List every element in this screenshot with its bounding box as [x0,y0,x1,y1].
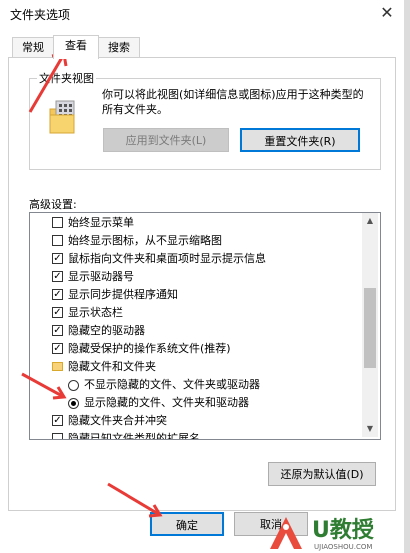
arrow-to-show-hidden-icon [21,372,67,400]
site-watermark-logo: U教授 UJIAOSHOU.COM [270,511,404,551]
watermark-url: UJIAOSHOU.COM [314,543,372,551]
watermark-text: U教授 [312,517,375,543]
annotation-arrows [21,52,163,518]
tab-view[interactable]: 查看 [53,35,99,59]
arrow-to-view-tab-icon [28,52,68,113]
arrow-to-ok-button-icon [107,482,163,518]
